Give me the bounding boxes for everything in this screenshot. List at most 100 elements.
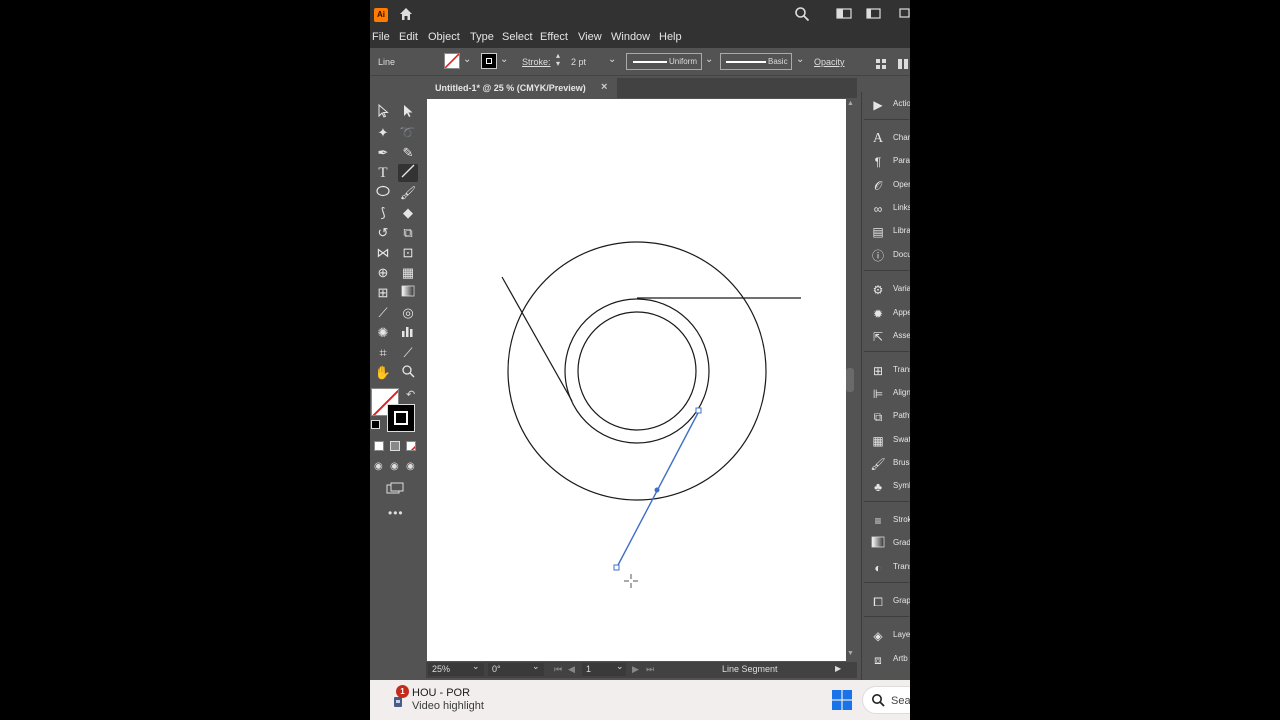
swap-fill-stroke-icon[interactable]: ↶	[406, 388, 415, 401]
panel-libraries[interactable]: ▤ Libra	[862, 222, 910, 242]
shape-builder-tool-icon[interactable]: ⊕	[373, 264, 393, 282]
line-segment-tool-icon[interactable]	[398, 164, 418, 182]
stroke-label[interactable]: Stroke:	[522, 57, 551, 67]
chevron-down-icon[interactable]: ⌄	[796, 54, 804, 65]
edit-toolbar-icon[interactable]: •••	[388, 506, 404, 520]
panel-document-info[interactable]: ⓘ Docu	[862, 246, 910, 266]
free-transform-tool-icon[interactable]: ⊡	[398, 244, 418, 262]
last-artboard-icon[interactable]: ⏭	[646, 664, 654, 675]
draw-normal-icon[interactable]: ◉	[374, 461, 383, 472]
search-icon[interactable]	[794, 6, 810, 26]
more-options-icon[interactable]	[898, 56, 908, 69]
panel-layers[interactable]: ◈ Laye	[862, 626, 910, 646]
brush-definition[interactable]: Basic	[720, 53, 792, 70]
artboard-tool-icon[interactable]: ⌗	[373, 344, 393, 362]
symbol-sprayer-tool-icon[interactable]: ✺	[373, 324, 393, 342]
chevron-down-icon[interactable]: ⌄	[472, 661, 480, 672]
chevron-down-icon[interactable]: ⌄	[463, 54, 471, 65]
pen-tool-icon[interactable]: ✒	[373, 144, 393, 162]
chevron-down-icon[interactable]: ⌄	[500, 54, 508, 65]
panel-graphic-styles[interactable]: ⧠ Grap	[862, 592, 910, 612]
panel-asset-export[interactable]: ⇱ Asse	[862, 327, 910, 347]
outer-circle[interactable]	[507, 241, 767, 501]
previous-artboard-icon[interactable]: ◀	[568, 664, 575, 675]
workspace-icon[interactable]	[866, 6, 882, 24]
rotate-tool-icon[interactable]: ↺	[373, 224, 393, 242]
artboard[interactable]	[427, 99, 846, 661]
gradient-tool-icon[interactable]	[398, 284, 418, 302]
chevron-down-icon[interactable]: ⌄	[616, 661, 624, 672]
zoom-field[interactable]: 25% ⌄	[428, 661, 484, 676]
rotation-field[interactable]: 0° ⌄	[488, 661, 544, 676]
ellipse-tool-icon[interactable]	[373, 184, 393, 202]
document-tab[interactable]: Untitled-1* @ 25 % (CMYK/Preview) ×	[427, 78, 617, 98]
fill-swatch[interactable]	[444, 53, 460, 69]
eraser-tool-icon[interactable]: ◆	[398, 204, 418, 222]
perspective-grid-tool-icon[interactable]: ▦	[398, 264, 418, 282]
windows-start-icon[interactable]	[832, 690, 852, 710]
panel-appearance[interactable]: ✹ Appe	[862, 304, 910, 324]
anchor-point-end[interactable]	[695, 407, 702, 414]
artboard-number-field[interactable]: 1 ⌄	[582, 661, 626, 676]
anchor-point-start[interactable]	[613, 564, 620, 571]
restore-window-icon[interactable]	[898, 6, 910, 24]
menu-help[interactable]: Help	[659, 30, 682, 44]
draw-behind-icon[interactable]: ◉	[390, 461, 399, 472]
color-mode-icon[interactable]	[374, 441, 384, 451]
vertical-scrollbar[interactable]: ▲ ▼	[846, 98, 854, 664]
none-mode-icon[interactable]	[406, 441, 416, 451]
curvature-tool-icon[interactable]: ✎	[398, 144, 418, 162]
mesh-tool-icon[interactable]: ⊞	[373, 284, 393, 302]
panel-opentype[interactable]: 𝒪Open	[862, 176, 910, 196]
panel-variables[interactable]: ⚙ Varia	[862, 280, 910, 300]
chevron-down-icon[interactable]: ⌄	[705, 54, 713, 65]
opacity-label[interactable]: Opacity	[814, 57, 845, 67]
menu-edit[interactable]: Edit	[399, 30, 418, 44]
width-tool-icon[interactable]: ⋈	[373, 244, 393, 262]
panel-symbols[interactable]: ♣Symb	[862, 477, 910, 497]
blend-tool-icon[interactable]: ◎	[398, 304, 418, 322]
eyedropper-tool-icon[interactable]: ⟋	[373, 304, 393, 322]
inner-circle[interactable]	[577, 311, 697, 431]
panel-actions[interactable]: ▶ Actio	[862, 95, 910, 115]
panel-swatches[interactable]: ▦ Swat	[862, 431, 910, 451]
paintbrush-tool-icon[interactable]: 🖌	[398, 184, 418, 202]
menu-view[interactable]: View	[578, 30, 602, 44]
menu-object[interactable]: Object	[428, 30, 460, 44]
current-tool-info[interactable]: Line Segment	[722, 664, 778, 674]
menu-type[interactable]: Type	[470, 30, 494, 44]
panel-pathfinder[interactable]: ⧉ Pathf	[862, 407, 910, 427]
lasso-tool-icon[interactable]: ➰	[398, 124, 418, 142]
panel-transparency[interactable]: ◐Trans	[862, 558, 910, 578]
gradient-mode-icon[interactable]	[390, 441, 400, 451]
scroll-thumb[interactable]	[846, 368, 854, 392]
scroll-down-arrow-icon[interactable]: ▼	[847, 650, 854, 657]
hand-tool-icon[interactable]: ✋	[373, 364, 393, 382]
stroke-weight-field[interactable]: 2 pt	[571, 57, 586, 67]
type-tool-icon[interactable]: T	[373, 164, 393, 182]
panel-gradient[interactable]: Grad	[862, 534, 910, 554]
widget-title[interactable]: HOU - POR	[412, 687, 470, 699]
arrange-documents-icon[interactable]	[836, 6, 852, 24]
panel-character[interactable]: AChara	[862, 129, 910, 149]
stroke-color-swatch[interactable]	[387, 404, 415, 432]
home-icon[interactable]	[398, 6, 414, 26]
first-artboard-icon[interactable]: ⏮	[554, 664, 562, 675]
menu-effect[interactable]: Effect	[540, 30, 568, 44]
column-graph-tool-icon[interactable]	[398, 324, 418, 342]
default-fill-stroke-icon[interactable]	[371, 420, 380, 429]
panel-links[interactable]: ∞ Links	[862, 199, 910, 219]
chevron-down-icon[interactable]: ⌄	[608, 54, 616, 65]
panel-transform[interactable]: ⊞Trans	[862, 361, 910, 381]
selection-tool-icon[interactable]	[373, 103, 393, 122]
panel-stroke[interactable]: ≡ Strok	[862, 511, 910, 531]
chevron-down-icon[interactable]: ⌄	[532, 661, 540, 672]
artwork[interactable]	[427, 99, 846, 661]
menu-select[interactable]: Select	[502, 30, 533, 44]
panel-brushes[interactable]: 🖌Brush	[862, 454, 910, 474]
taskbar-search[interactable]: Sea	[862, 686, 910, 714]
canvas-area[interactable]	[426, 98, 857, 664]
menu-file[interactable]: File	[372, 30, 390, 44]
panel-align[interactable]: ⊫ Align	[862, 384, 910, 404]
scale-tool-icon[interactable]: ⧉	[398, 224, 418, 242]
